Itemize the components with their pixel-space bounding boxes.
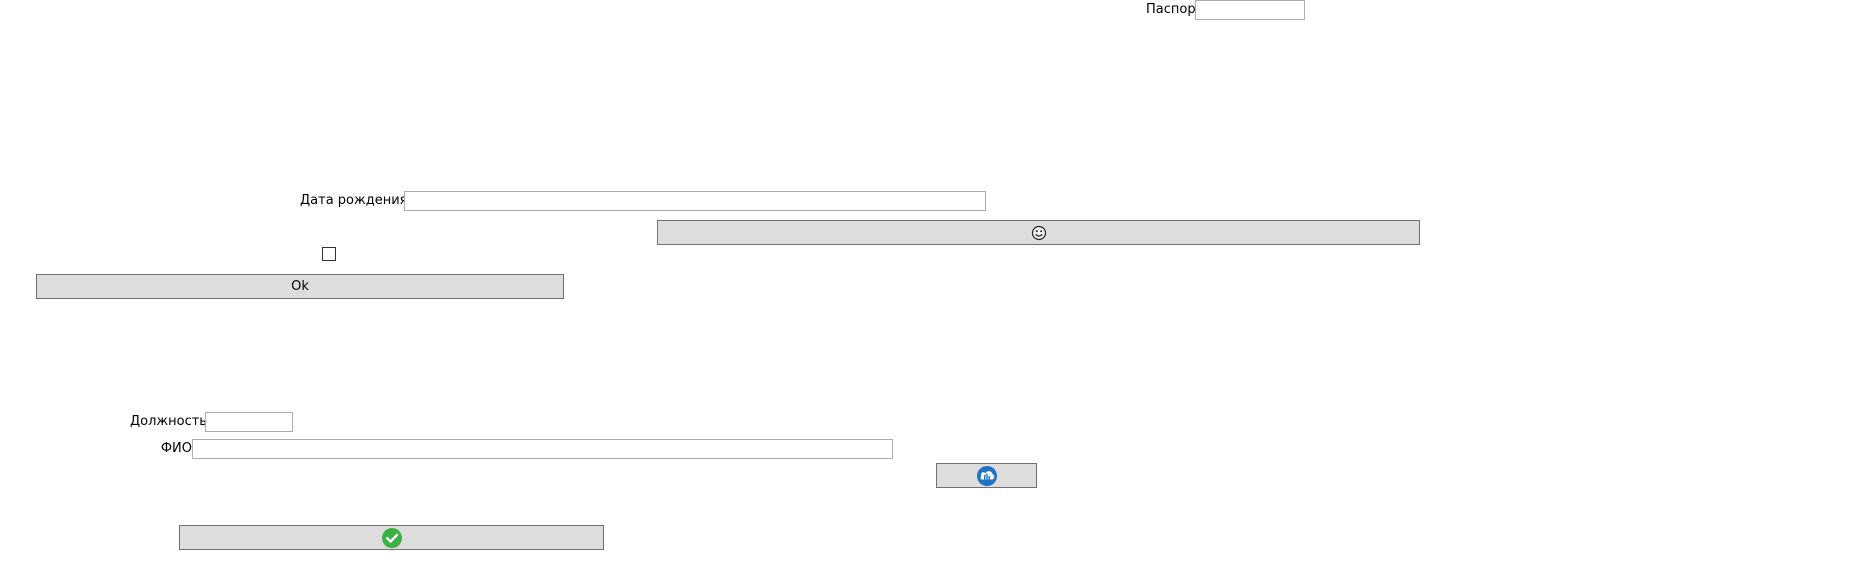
position-input[interactable] [205, 412, 293, 432]
fullname-label: ФИО [160, 441, 192, 456]
smiley-button[interactable] [657, 220, 1420, 245]
check-circle-icon [381, 527, 403, 549]
birthdate-input[interactable] [404, 191, 986, 211]
cloud-upload-button[interactable] [936, 463, 1037, 488]
ok-button[interactable]: Ok [36, 274, 564, 299]
birthdate-label: Дата рождения [300, 193, 408, 208]
confirm-button[interactable] [179, 525, 604, 550]
passport-input[interactable] [1195, 0, 1305, 20]
fullname-input[interactable] [192, 439, 893, 459]
position-label: Должность [130, 414, 207, 429]
cloud-upload-icon [976, 465, 998, 487]
passport-label: Паспорт [1146, 2, 1204, 17]
agree-checkbox[interactable] [322, 247, 336, 261]
smiley-icon [1031, 225, 1047, 241]
